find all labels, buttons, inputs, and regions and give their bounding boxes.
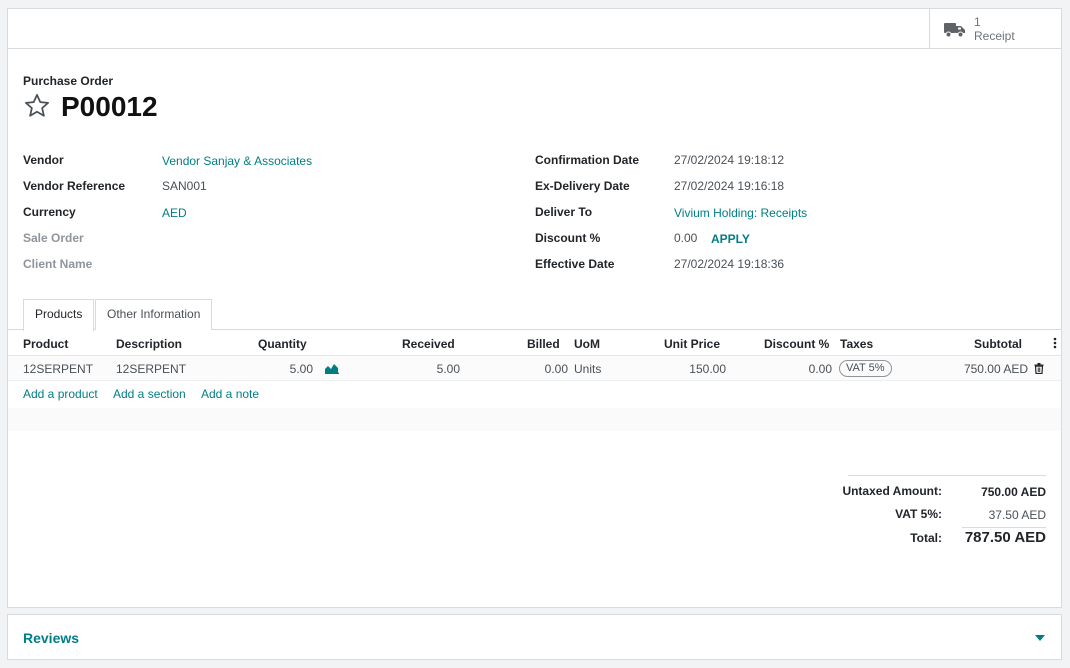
trash-icon[interactable]	[1034, 363, 1044, 374]
confirmation-date-field[interactable]: 27/02/2024 19:18:12	[674, 153, 784, 167]
empty-row	[8, 408, 1061, 431]
sale-order-label: Sale Order	[23, 231, 84, 245]
form-sheet: 1 Receipt Purchase Order P00012 Vendor V…	[7, 8, 1062, 608]
total-value: 787.50 AED	[964, 529, 1046, 546]
receipt-smart-button[interactable]: 1 Receipt	[929, 9, 1061, 49]
apply-discount-button[interactable]: APPLY	[711, 232, 750, 246]
column-header-discount[interactable]: Discount %	[764, 337, 829, 351]
cell-billed[interactable]: 0.00	[508, 362, 568, 376]
caret-down-icon[interactable]	[1035, 635, 1045, 641]
vendor-reference-label: Vendor Reference	[23, 179, 126, 193]
cell-unit-price[interactable]: 150.00	[664, 362, 726, 376]
vendor-label: Vendor	[23, 153, 64, 167]
discount-field[interactable]: 0.00	[674, 231, 697, 245]
ex-delivery-date-label: Ex-Delivery Date	[535, 179, 630, 193]
column-header-subtotal[interactable]: Subtotal	[974, 337, 1022, 351]
discount-label: Discount %	[535, 231, 601, 245]
add-note-link[interactable]: Add a note	[201, 387, 259, 401]
effective-date-label: Effective Date	[535, 257, 615, 271]
cell-description[interactable]: 12SERPENT	[116, 362, 186, 376]
form-type-label: Purchase Order	[23, 74, 114, 88]
tab-other-information[interactable]: Other Information	[95, 299, 213, 330]
effective-date-field[interactable]: 27/02/2024 19:18:36	[674, 257, 784, 271]
confirmation-date-label: Confirmation Date	[535, 153, 640, 167]
po-number: P00012	[61, 91, 158, 122]
forecast-chart-icon[interactable]	[325, 363, 339, 374]
column-header-unit-price[interactable]: Unit Price	[664, 337, 720, 351]
ex-delivery-date-field[interactable]: 27/02/2024 19:16:18	[674, 179, 784, 193]
vendor-field[interactable]: Vendor Sanjay & Associates	[162, 154, 312, 168]
cell-discount[interactable]: 0.00	[772, 362, 832, 376]
deliver-to-field[interactable]: Vivium Holding: Receipts	[674, 206, 807, 220]
column-header-description[interactable]: Description	[116, 337, 182, 351]
deliver-to-label: Deliver To	[535, 205, 593, 219]
truck-icon	[944, 23, 965, 38]
column-header-billed[interactable]: Billed	[527, 337, 560, 351]
cell-product[interactable]: 12SERPENT	[23, 362, 93, 376]
untaxed-amount-value: 750.00 AED	[981, 485, 1046, 499]
vat-value: 37.50 AED	[988, 508, 1046, 522]
cell-received[interactable]: 5.00	[402, 362, 460, 376]
cell-quantity[interactable]: 5.00	[258, 362, 313, 376]
column-header-quantity[interactable]: Quantity	[258, 337, 307, 351]
star-icon[interactable]	[23, 92, 51, 120]
tab-products[interactable]: Products	[23, 299, 95, 331]
add-section-link[interactable]: Add a section	[113, 387, 186, 401]
column-header-uom[interactable]: UoM	[574, 337, 600, 351]
cell-uom[interactable]: Units	[574, 362, 601, 376]
untaxed-amount-label: Untaxed Amount:	[842, 484, 942, 498]
column-header-received[interactable]: Received	[402, 337, 455, 351]
receipt-count: 1	[974, 15, 981, 29]
totals-bottom-divider	[962, 527, 1046, 528]
currency-label: Currency	[23, 205, 76, 219]
vendor-reference-field[interactable]: SAN001	[162, 179, 207, 193]
column-header-product[interactable]: Product	[23, 337, 68, 351]
currency-field[interactable]: AED	[162, 206, 187, 220]
column-header-taxes[interactable]: Taxes	[840, 337, 873, 351]
notebook-tabs: Products Other Information	[8, 299, 1061, 331]
reviews-section[interactable]: Reviews	[7, 614, 1062, 660]
reviews-title: Reviews	[23, 630, 80, 646]
totals-top-divider	[848, 475, 1046, 476]
cell-subtotal: 750.00 AED	[963, 362, 1028, 376]
add-product-link[interactable]: Add a product	[23, 387, 98, 401]
receipt-label: Receipt	[974, 29, 1015, 43]
client-name-label: Client Name	[23, 257, 93, 271]
tax-badge[interactable]: VAT 5%	[839, 360, 892, 377]
button-box: 1 Receipt	[8, 9, 1061, 49]
vat-label: VAT 5%:	[895, 507, 942, 521]
optional-columns-icon[interactable]	[1052, 337, 1058, 349]
